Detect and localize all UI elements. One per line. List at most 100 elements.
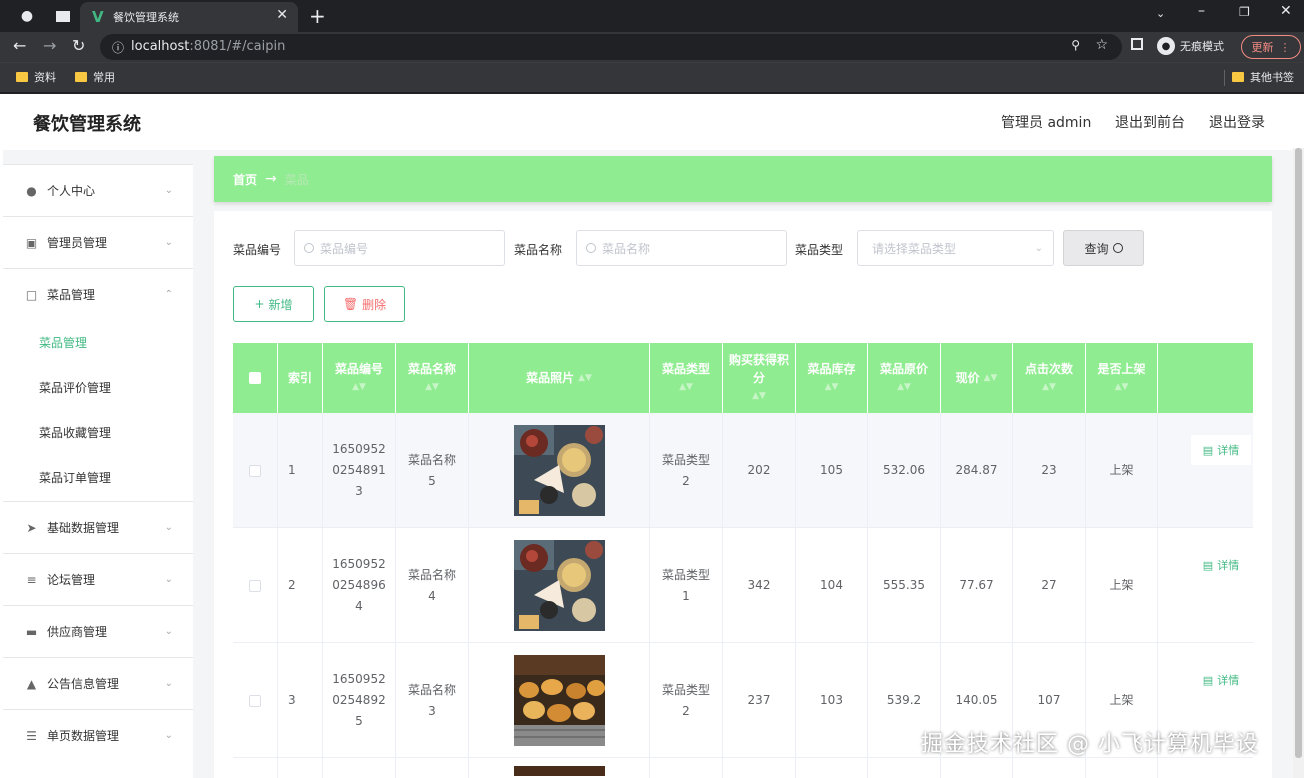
address-bar[interactable]: ⓘ localhost:8081/#/caipin ⚲ ☆ [100, 34, 1122, 60]
vue-logo-icon: V [92, 8, 104, 26]
index-cell: 3 [278, 643, 323, 758]
submenu-dish-orders[interactable]: 菜品订单管理 [3, 455, 193, 500]
logout-link[interactable]: 退出登录 [1209, 112, 1265, 132]
sidebar-item-notice[interactable]: ▲ 公告信息管理 ⌄ [3, 657, 193, 709]
code-line: 5 [355, 714, 363, 728]
price-cell [941, 758, 1013, 778]
bookmark-folder-2[interactable]: 常用 [75, 69, 115, 85]
browser-tab[interactable]: V 餐饮管理系统 ✕ [80, 2, 298, 32]
code-search-input[interactable]: 菜品编号 [294, 230, 505, 266]
submenu-dish-review[interactable]: 菜品评价管理 [3, 365, 193, 410]
bookmark-folder-1[interactable]: 资料 [16, 69, 56, 85]
row-checkbox[interactable] [249, 694, 261, 707]
row-checkbox[interactable] [249, 579, 261, 592]
page-scrollbar[interactable] [1293, 148, 1304, 778]
back-icon[interactable]: ← [13, 36, 26, 55]
send-icon: ➤ [26, 520, 37, 535]
tab-bar: ● V 餐饮管理系统 ✕ + ⌄ – ❐ ✕ [0, 0, 1304, 32]
col-price[interactable]: 现价 ▲▼ [941, 343, 1013, 413]
dish-photo[interactable] [513, 425, 605, 516]
exit-to-front-link[interactable]: 退出到前台 [1115, 112, 1185, 132]
sidebar-item-single-page[interactable]: ☰ 单页数据管理 ⌄ [3, 709, 193, 761]
key-icon[interactable]: ⚲ [1071, 38, 1080, 52]
new-tab-button[interactable]: + [309, 4, 326, 28]
sort-icon[interactable]: ▲▼ [1115, 378, 1129, 396]
sort-icon[interactable]: ▲▼ [825, 378, 839, 396]
sidebar-item-base-data[interactable]: ➤ 基础数据管理 ⌄ [3, 501, 193, 553]
update-button[interactable]: 更新 ⋮ [1241, 35, 1301, 59]
minimize-icon[interactable]: – [1198, 3, 1205, 19]
sort-icon[interactable]: ▲▼ [425, 378, 439, 396]
submenu-dish-favorites[interactable]: 菜品收藏管理 [3, 410, 193, 455]
row-checkbox-cell [233, 643, 278, 758]
detail-button[interactable]: ▤ 详情 [1191, 550, 1251, 580]
incognito-indicator[interactable]: ● 无痕模式 [1157, 37, 1224, 55]
table-row[interactable]: 1 1650952 0254891 3 菜品名称 5 菜品类型 2 202 10… [233, 413, 1253, 528]
col-photo[interactable]: 菜品照片 ▲▼ [469, 343, 650, 413]
sidebar-item-forum[interactable]: ≡ 论坛管理 ⌄ [3, 553, 193, 605]
add-button[interactable]: + 新增 [233, 286, 314, 322]
type-line: 菜品类型 [661, 452, 710, 467]
name-cell [396, 758, 469, 778]
breadcrumb-current: 菜品 [284, 172, 309, 187]
type-line: 2 [682, 703, 690, 718]
table-row[interactable] [233, 758, 1253, 778]
name-cell: 菜品名称 3 [396, 643, 469, 758]
col-status[interactable]: 是否上架 ▲▼ [1086, 343, 1158, 413]
name-search-input[interactable]: 菜品名称 [576, 230, 787, 266]
sort-icon[interactable]: ▲▼ [897, 378, 911, 396]
code-placeholder: 菜品编号 [320, 241, 369, 256]
sort-icon[interactable]: ▲▼ [984, 369, 998, 387]
sidebar-item-personal-center[interactable]: ● 个人中心 ⌄ [3, 164, 193, 216]
breadcrumb-home[interactable]: 首页 [233, 171, 257, 188]
dish-photo[interactable] [513, 540, 605, 631]
col-stock[interactable]: 菜品库存 ▲▼ [796, 343, 868, 413]
col-original-price[interactable]: 菜品原价 ▲▼ [868, 343, 941, 413]
col-points[interactable]: 购买获得积分 ▲▼ [723, 343, 796, 413]
col-clicks[interactable]: 点击次数 ▲▼ [1013, 343, 1086, 413]
nav-bar: ← → ↻ ⓘ localhost:8081/#/caipin ⚲ ☆ ● 无痕… [0, 32, 1304, 62]
detail-button[interactable]: ▤ 详情 [1191, 665, 1251, 695]
side-panel-icon[interactable] [1131, 38, 1143, 50]
forward-icon[interactable]: → [43, 36, 56, 55]
delete-button[interactable]: 🗑︎ 删除 [324, 286, 405, 322]
row-checkbox-cell [233, 758, 278, 778]
row-checkbox[interactable] [249, 464, 261, 477]
sort-icon[interactable]: ▲▼ [679, 378, 693, 396]
sidebar-item-dishes[interactable]: □ 菜品管理 ⌃ [3, 268, 193, 320]
col-name[interactable]: 菜品名称 ▲▼ [396, 343, 469, 413]
chevron-down-icon[interactable]: ⌄ [1156, 7, 1165, 20]
detail-button[interactable]: ▤ 详情 [1191, 435, 1251, 465]
other-bookmarks[interactable]: 其他书签 [1232, 69, 1294, 85]
sort-icon[interactable]: ▲▼ [1042, 378, 1056, 396]
window-icon[interactable] [54, 7, 72, 25]
type-select[interactable]: 请选择菜品类型 ⌄ [857, 230, 1054, 266]
scrollbar-thumb[interactable] [1295, 148, 1302, 758]
close-icon[interactable]: ✕ [276, 7, 288, 23]
select-all-checkbox[interactable] [249, 372, 261, 384]
code-line: 1650952 [332, 557, 386, 571]
col-type[interactable]: 菜品类型 ▲▼ [650, 343, 723, 413]
sort-icon[interactable]: ▲▼ [752, 387, 766, 405]
sort-icon[interactable]: ▲▼ [578, 369, 592, 387]
table-row[interactable]: 2 1650952 0254896 4 菜品名称 4 菜品类型 1 342 10… [233, 528, 1253, 643]
submenu-dish-management[interactable]: 菜品管理 [3, 320, 193, 365]
window-close-icon[interactable]: ✕ [1280, 3, 1292, 19]
code-cell: 1650952 0254891 3 [323, 413, 396, 528]
status-cell: 上架 [1086, 528, 1158, 643]
sort-icon[interactable]: ▲▼ [352, 378, 366, 396]
sidebar-item-admin[interactable]: ▣ 管理员管理 ⌄ [3, 216, 193, 268]
type-cell: 菜品类型 1 [650, 528, 723, 643]
submenu-label: 菜品评价管理 [39, 381, 112, 395]
reload-icon[interactable]: ↻ [72, 36, 85, 55]
column-header: 菜品编号 [334, 362, 383, 376]
col-code[interactable]: 菜品编号 ▲▼ [323, 343, 396, 413]
query-button[interactable]: 查询 [1063, 230, 1144, 266]
star-icon[interactable]: ☆ [1095, 37, 1108, 53]
sidebar-item-supplier[interactable]: ▬ 供应商管理 ⌄ [3, 605, 193, 657]
restore-icon[interactable]: ❐ [1239, 5, 1250, 19]
globe-icon[interactable]: ● [18, 7, 36, 25]
info-icon[interactable]: ⓘ [112, 39, 124, 56]
dish-photo[interactable] [513, 766, 605, 776]
dish-photo[interactable] [513, 655, 605, 746]
